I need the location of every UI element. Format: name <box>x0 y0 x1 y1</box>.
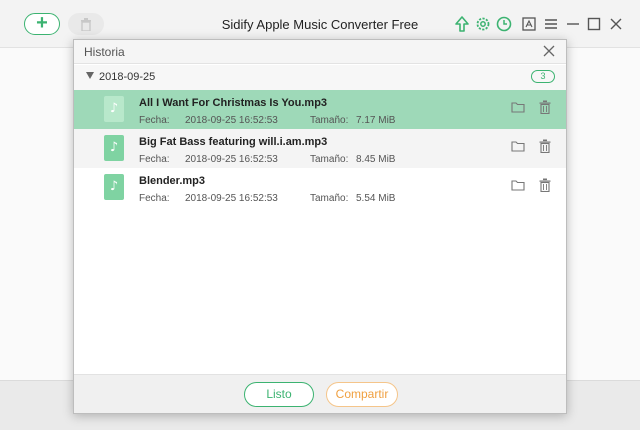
date-value: 2018-09-25 16:52:53 <box>185 193 278 204</box>
date-label: Fecha: <box>139 193 170 204</box>
maximize-icon[interactable] <box>585 15 603 33</box>
file-name: Blender.mp3 <box>139 175 206 187</box>
size-label: Tamaño: <box>310 193 349 204</box>
collapse-caret-icon[interactable] <box>86 72 94 79</box>
share-button[interactable]: Compartir <box>326 382 398 407</box>
size-value: 8.45 MiB <box>356 154 396 165</box>
file-name: Big Fat Bass featuring will.i.am.mp3 <box>139 136 328 148</box>
file-name: All I Want For Christmas Is You.mp3 <box>139 97 328 109</box>
history-list: ♪ All I Want For Christmas Is You.mp3 Fe… <box>74 90 566 207</box>
music-file-icon: ♪ <box>104 96 124 122</box>
trash-icon[interactable] <box>539 178 551 192</box>
music-file-icon: ♪ <box>104 135 124 161</box>
list-item[interactable]: ♪ Big Fat Bass featuring will.i.am.mp3 F… <box>74 129 566 168</box>
date-value: 2018-09-25 16:52:53 <box>185 154 278 165</box>
size-value: 5.54 MiB <box>356 193 396 204</box>
menu-icon[interactable] <box>542 15 560 33</box>
gear-icon[interactable] <box>474 15 492 33</box>
list-item[interactable]: ♪ Blender.mp3 Fecha: 2018-09-25 16:52:53… <box>74 168 566 207</box>
folder-icon[interactable] <box>511 179 525 191</box>
upload-icon[interactable] <box>453 15 471 33</box>
dialog-header: Historia <box>74 40 566 64</box>
close-icon[interactable] <box>542 44 556 58</box>
date-value: 2018-09-25 16:52:53 <box>185 115 278 126</box>
folder-icon[interactable] <box>511 101 525 113</box>
date-label: Fecha: <box>139 115 170 126</box>
group-date: 2018-09-25 <box>99 71 156 83</box>
dialog-title: Historia <box>84 45 125 59</box>
count-badge: 3 <box>531 70 555 83</box>
done-button[interactable]: Listo <box>244 382 314 407</box>
history-dialog: Historia 2018-09-25 3 ♪ All I Want For C… <box>73 39 567 414</box>
close-icon[interactable] <box>607 15 625 33</box>
folder-icon[interactable] <box>511 140 525 152</box>
register-icon[interactable] <box>520 15 538 33</box>
trash-icon[interactable] <box>539 100 551 114</box>
dialog-footer: Listo Compartir <box>74 374 566 413</box>
date-label: Fecha: <box>139 154 170 165</box>
size-label: Tamaño: <box>310 154 349 165</box>
trash-icon[interactable] <box>539 139 551 153</box>
size-label: Tamaño: <box>310 115 349 126</box>
minimize-icon[interactable] <box>564 15 582 33</box>
date-group-header[interactable]: 2018-09-25 3 <box>74 65 566 90</box>
list-item[interactable]: ♪ All I Want For Christmas Is You.mp3 Fe… <box>74 90 566 129</box>
clock-icon[interactable] <box>495 15 513 33</box>
music-file-icon: ♪ <box>104 174 124 200</box>
size-value: 7.17 MiB <box>356 115 396 126</box>
